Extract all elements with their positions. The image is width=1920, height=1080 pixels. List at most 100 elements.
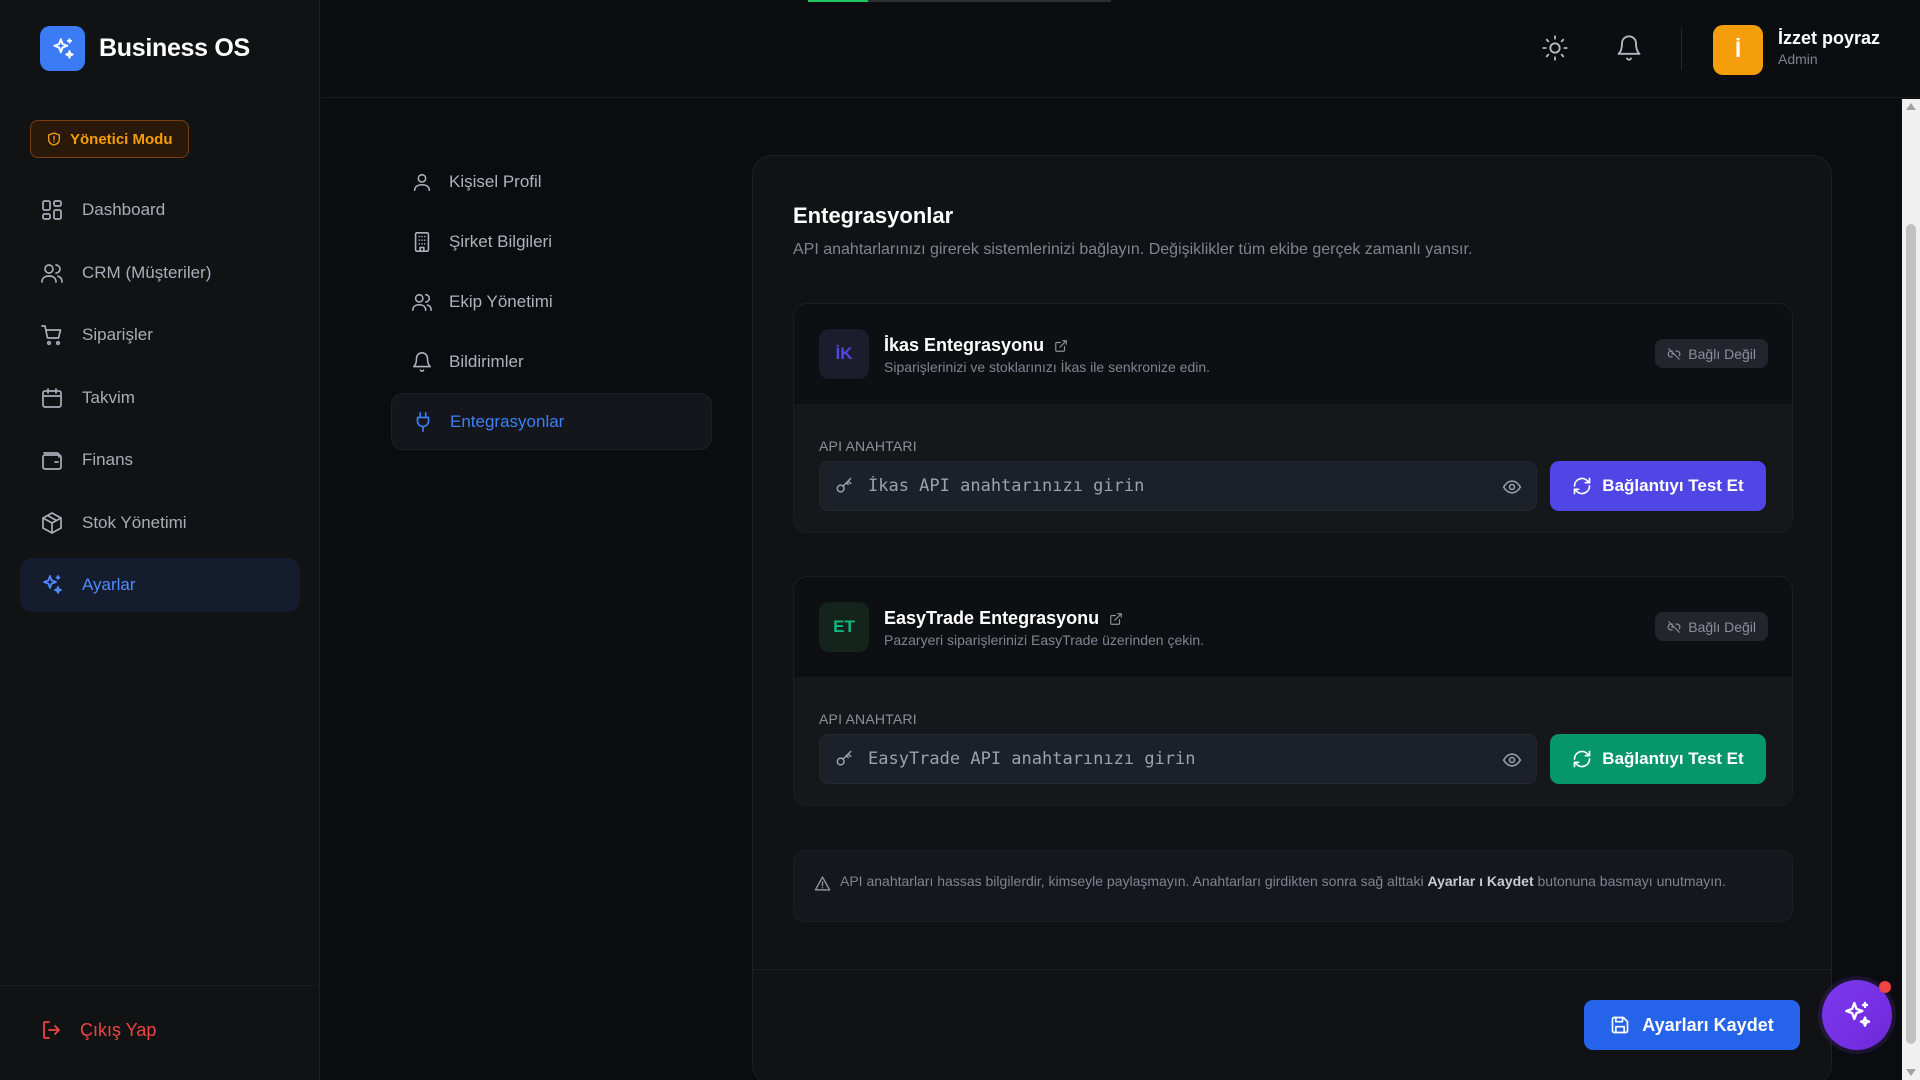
nav-item-finance[interactable]: Finans	[20, 433, 300, 487]
status-badge: Bağlı Değil	[1655, 612, 1768, 641]
ai-assistant-button[interactable]	[1822, 980, 1892, 1050]
admin-mode-badge: Yönetici Modu	[30, 120, 189, 158]
sparkle-icon	[1845, 1001, 1871, 1027]
integration-name[interactable]: İkas Entegrasyonu	[884, 335, 1068, 356]
calendar-icon	[42, 387, 62, 408]
box-icon	[42, 511, 62, 534]
nav-item-label: Takvim	[82, 387, 135, 407]
user-role: Admin	[1778, 51, 1818, 67]
scroll-up-arrow[interactable]	[1906, 103, 1916, 110]
tab-notifications[interactable]: Bildirimler	[391, 333, 712, 390]
logout-button[interactable]: Çıkış Yap	[40, 1018, 156, 1042]
admin-mode-label: Yönetici Modu	[70, 130, 173, 148]
ikas-test-connection-button[interactable]: Bağlantıyı Test Et	[1550, 461, 1766, 511]
nav-item-calendar[interactable]: Takvim	[20, 371, 300, 425]
nav-item-label: Siparişler	[82, 325, 153, 344]
notice-highlight: Ayarlar ı Kaydet	[1427, 873, 1534, 889]
building-icon	[414, 231, 430, 252]
ikas-api-key-input[interactable]	[868, 462, 1478, 510]
integration-logo: ET	[819, 602, 869, 652]
eye-icon[interactable]	[1502, 750, 1522, 770]
nav-item-settings[interactable]: Ayarlar	[20, 558, 300, 612]
easytrade-test-connection-button[interactable]: Bağlantıyı Test Et	[1550, 734, 1766, 784]
nav-item-label: Dashboard	[82, 200, 166, 219]
refresh-icon	[1573, 477, 1591, 495]
scroll-thumb[interactable]	[1906, 224, 1916, 1044]
header-separator	[1681, 28, 1682, 70]
button-label: Bağlantıyı Test Et	[1602, 476, 1744, 495]
integration-card-ikas: İK İkas Entegrasyonu Siparişlerinizi ve …	[793, 303, 1793, 533]
scroll-down-arrow[interactable]	[1906, 1069, 1916, 1076]
nav-item-label: Finans	[82, 450, 134, 469]
unlink-icon	[1667, 620, 1681, 633]
sparkle-icon	[43, 575, 62, 594]
page-description: API anahtarlarınızı girerek sistemlerini…	[793, 241, 1473, 258]
unlink-icon	[1667, 347, 1681, 360]
save-settings-button[interactable]: Ayarları Kaydet	[1584, 1000, 1800, 1050]
logout-label: Çıkış Yap	[80, 1019, 157, 1040]
security-notice: API anahtarları hassas bilgilerdir, kims…	[793, 850, 1793, 922]
tab-integrations[interactable]: Entegrasyonlar	[391, 393, 712, 450]
avatar[interactable]: İ	[1713, 25, 1763, 75]
tab-label: Şirket Bilgileri	[449, 231, 552, 251]
user-icon	[413, 173, 431, 191]
button-label: Bağlantıyı Test Et	[1602, 749, 1744, 768]
key-icon	[836, 750, 852, 766]
page-title: Entegrasyonlar	[793, 203, 954, 228]
external-link-icon[interactable]	[1109, 612, 1123, 626]
status-badge: Bağlı Değil	[1655, 339, 1768, 368]
easytrade-api-key-input[interactable]	[868, 735, 1478, 783]
save-icon	[1611, 1016, 1629, 1034]
brand-logo-icon	[40, 26, 85, 71]
theme-toggle-button[interactable]	[1541, 34, 1569, 62]
plug-icon	[416, 411, 430, 432]
integration-name-label: EasyTrade Entegrasyonu	[884, 608, 1100, 628]
nav-item-orders[interactable]: Siparişler	[20, 308, 300, 362]
tab-team-management[interactable]: Ekip Yönetimi	[391, 273, 712, 330]
external-link-icon[interactable]	[1054, 339, 1068, 353]
settings-nav: Kişisel Profil Şirket Bilgileri Ekip Yön…	[391, 153, 712, 453]
page-scrollbar[interactable]	[1902, 99, 1920, 1080]
tab-company-info[interactable]: Şirket Bilgileri	[391, 213, 712, 270]
status-label: Bağlı Değil	[1688, 345, 1756, 362]
eye-icon[interactable]	[1502, 477, 1522, 497]
cart-icon	[41, 325, 62, 346]
integration-name[interactable]: EasyTrade Entegrasyonu	[884, 608, 1123, 629]
api-key-label: API ANAHTARI	[819, 711, 917, 727]
users-icon	[41, 263, 63, 283]
nav-item-label: CRM (Müşteriler)	[82, 262, 212, 282]
nav-item-label: Stok Yönetimi	[82, 512, 187, 532]
api-key-field	[819, 461, 1537, 511]
card-footer-divider	[753, 969, 1831, 970]
sidebar: Business OS Yönetici Modu Dashboard CRM …	[0, 0, 320, 1080]
integration-logo: İK	[819, 329, 869, 379]
tab-label: Bildirimler	[449, 351, 524, 371]
integrations-panel: Entegrasyonlar API anahtarlarınızı girer…	[752, 155, 1832, 1080]
wallet-icon	[42, 452, 62, 470]
nav-item-dashboard[interactable]: Dashboard	[20, 183, 300, 237]
tab-personal-profile[interactable]: Kişisel Profil	[391, 153, 712, 210]
nav-item-stock[interactable]: Stok Yönetimi	[20, 496, 300, 550]
sidebar-divider	[0, 985, 320, 986]
brand[interactable]: Business OS	[40, 26, 250, 71]
shield-icon	[48, 132, 60, 146]
warning-icon	[814, 876, 831, 891]
notice-text: API anahtarları hassas bilgilerdir, kims…	[840, 873, 1726, 889]
bell-icon	[1617, 35, 1641, 61]
status-label: Bağlı Değil	[1688, 618, 1756, 635]
tab-label: Ekip Yönetimi	[449, 291, 553, 311]
key-icon	[836, 477, 852, 493]
logout-icon	[43, 1021, 60, 1039]
api-key-label: API ANAHTARI	[819, 438, 917, 454]
user-name[interactable]: İzzet poyraz	[1778, 28, 1880, 49]
tab-label: Entegrasyonlar	[450, 411, 565, 431]
integration-subtitle: Pazaryeri siparişlerinizi EasyTrade üzer…	[884, 632, 1205, 648]
integration-subtitle: Siparişlerinizi ve stoklarınızı İkas ile…	[884, 359, 1211, 375]
nav-item-label: Ayarlar	[82, 575, 136, 594]
save-button-label: Ayarları Kaydet	[1642, 1014, 1774, 1035]
sun-icon	[1542, 35, 1568, 61]
notifications-button[interactable]	[1615, 34, 1643, 62]
integration-card-easytrade: ET EasyTrade Entegrasyonu Pazaryeri sipa…	[793, 576, 1793, 806]
nav-item-crm[interactable]: CRM (Müşteriler)	[20, 246, 300, 300]
refresh-icon	[1573, 750, 1591, 768]
